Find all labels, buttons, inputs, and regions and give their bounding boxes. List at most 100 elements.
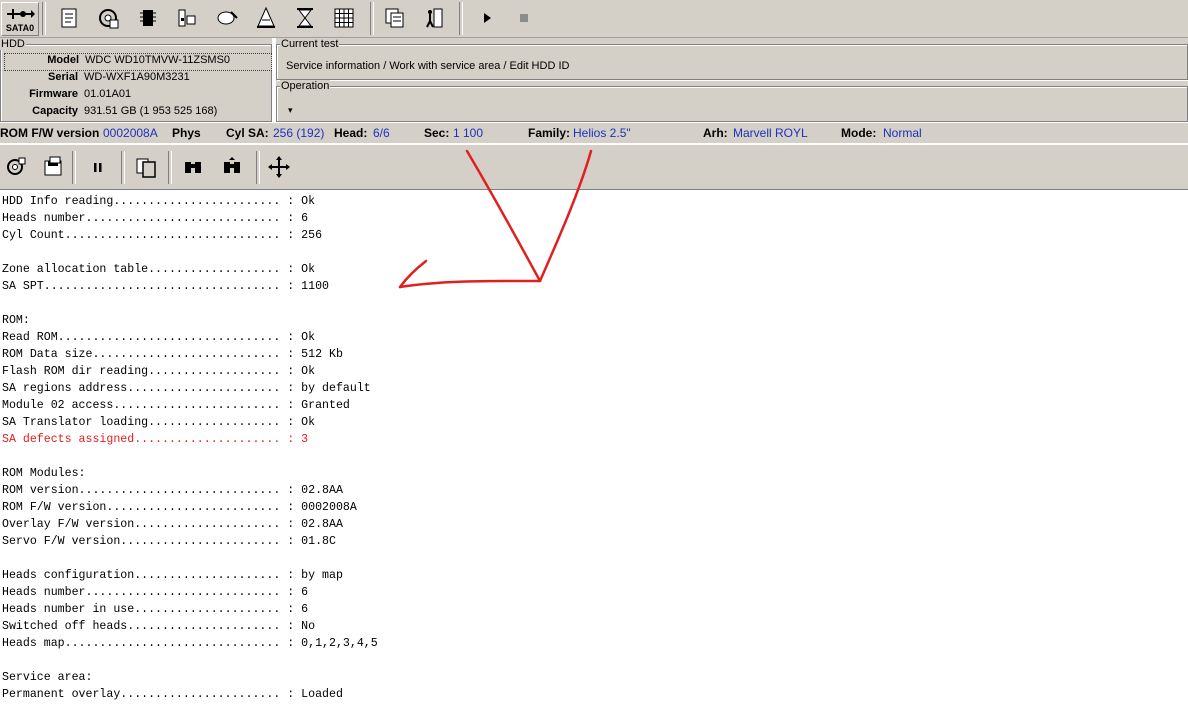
log-line: SA Translator loading...................… <box>2 416 316 429</box>
capacity-label: Capacity <box>32 105 78 117</box>
play-icon <box>484 13 491 23</box>
sec-value: 1 100 <box>453 126 484 140</box>
disk-edit-icon <box>217 11 238 25</box>
hdd-panel: HDD Model WDC WD10TMVW-11ZSMS0 Serial WD… <box>0 38 272 122</box>
copy-icon <box>136 158 156 178</box>
hdd-model-row[interactable]: Model WDC WD10TMVW-11ZSMS0 <box>4 53 272 71</box>
move-button[interactable] <box>264 152 294 182</box>
lab-button[interactable] <box>251 3 281 33</box>
copy-icon <box>385 8 404 28</box>
exit-button[interactable] <box>418 3 448 33</box>
find-button[interactable] <box>178 152 208 182</box>
copy-log-button[interactable] <box>131 152 161 182</box>
log-line: Service area: <box>2 671 93 684</box>
toolbar-separator <box>168 151 172 184</box>
test-panel: Current test Service information / Work … <box>276 38 1188 122</box>
log-line: Permanent overlay.......................… <box>2 688 343 701</box>
copy-button[interactable] <box>380 3 410 33</box>
save-icon <box>44 156 62 176</box>
log-line: Flash ROM dir reading...................… <box>2 365 316 378</box>
flask-icon <box>257 6 275 28</box>
disk-settings-button[interactable] <box>93 3 123 33</box>
rom-fw-value: 0002008A <box>103 126 158 140</box>
rom-fw-label: ROM F/W version <box>0 126 100 140</box>
cyl-sa-value: 256 (192) <box>273 126 325 140</box>
log-line: Overlay F/W version.....................… <box>2 518 343 531</box>
move-arrows-icon <box>268 156 290 178</box>
log-toolbar <box>0 144 1188 190</box>
grid-button[interactable] <box>329 3 359 33</box>
status-info-bar: ROM F/W version 0002008A Phys Cyl SA: 25… <box>0 123 1188 143</box>
log-line: Cyl Count...............................… <box>2 229 323 242</box>
log-line: ROM F/W version.........................… <box>2 501 357 514</box>
firmware-label: Firmware <box>29 88 78 100</box>
binoculars-icon <box>224 157 240 173</box>
log-line: Heads number............................… <box>2 586 309 599</box>
toolbar-separator <box>459 2 463 35</box>
log-line: Heads number in use.....................… <box>2 603 309 616</box>
capacity-value: 931.51 GB (1 953 525 168) <box>84 105 218 117</box>
hdd-serial-row: Serial WD-WXF1A90M3231 <box>4 71 270 87</box>
sec-label: Sec: <box>424 126 450 140</box>
head-label: Head: <box>334 126 368 140</box>
operation-title: Operation <box>280 80 331 92</box>
toolbar-separator <box>256 151 260 184</box>
operation-dropdown[interactable]: ▾ <box>288 105 293 116</box>
current-test-title: Current test <box>280 38 340 50</box>
toolbar-separator <box>370 2 374 35</box>
model-value: WDC WD10TMVW-11ZSMS0 <box>85 54 231 66</box>
stop-button[interactable] <box>509 3 539 33</box>
log-line: ROM Data size...........................… <box>2 348 343 361</box>
binoculars-icon <box>185 162 201 173</box>
firmware-value: 01.01A01 <box>84 88 132 100</box>
mode-value: Normal <box>883 126 922 140</box>
current-test-value: Service information / Work with service … <box>286 60 570 72</box>
stop-icon <box>520 14 528 22</box>
port-select-button[interactable]: SATA0 <box>1 2 39 36</box>
chip-button[interactable] <box>133 3 163 33</box>
structure-button[interactable] <box>172 3 202 33</box>
log-line: Heads map...............................… <box>2 637 378 650</box>
head-value: 6/6 <box>373 126 390 140</box>
find-next-button[interactable] <box>217 152 247 182</box>
cyl-sa-label: Cyl SA: <box>226 126 269 140</box>
save-log-button[interactable] <box>38 152 68 182</box>
toolbar-separator <box>42 2 46 35</box>
main-toolbar: SATA0 <box>0 0 1188 38</box>
log-line: Servo F/W version.......................… <box>2 535 336 548</box>
serial-label: Serial <box>48 71 78 83</box>
tree-icon <box>178 9 196 27</box>
log-line: Switched off heads......................… <box>2 620 316 633</box>
toolbar-separator <box>121 151 125 184</box>
log-line: ROM Modules: <box>2 467 86 480</box>
log-line: Heads configuration.....................… <box>2 569 343 582</box>
mode-label: Mode: <box>841 126 877 140</box>
hdd-firmware-row: Firmware 01.01A01 <box>4 88 270 104</box>
phys-label: Phys <box>172 126 201 140</box>
log-line: Zone allocation table...................… <box>2 263 316 276</box>
family-value: Helios 2.5" <box>573 126 631 140</box>
play-button[interactable] <box>472 3 502 33</box>
arh-label: Arh: <box>703 126 728 140</box>
operation-group <box>276 86 1188 122</box>
log-output: HDD Info reading........................… <box>2 193 1182 703</box>
hourglass-icon <box>297 8 313 28</box>
disk-edit-button[interactable] <box>212 3 242 33</box>
log-line: Read ROM................................… <box>2 331 316 344</box>
log-settings-button[interactable] <box>1 152 31 182</box>
hdd-capacity-row: Capacity 931.51 GB (1 953 525 168) <box>4 105 270 121</box>
exit-icon <box>426 8 443 28</box>
log-line: HDD Info reading........................… <box>2 195 316 208</box>
log-line: ROM version.............................… <box>2 484 343 497</box>
grid-icon <box>334 8 354 28</box>
model-label: Model <box>47 54 79 66</box>
scroll-icon <box>61 8 77 28</box>
scroll-button[interactable] <box>54 3 84 33</box>
timer-button[interactable] <box>290 3 320 33</box>
pause-button[interactable] <box>83 152 113 182</box>
